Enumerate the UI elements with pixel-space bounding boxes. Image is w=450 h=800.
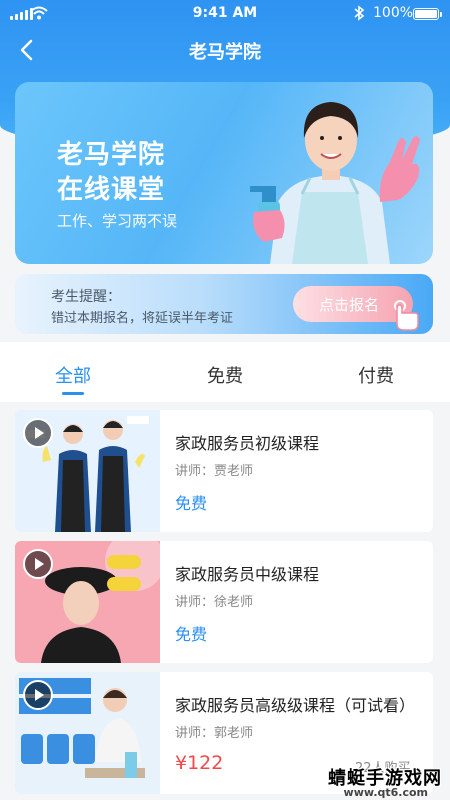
- watermark-line2: www.qt6.com: [343, 786, 428, 799]
- course-teacher: 讲师：郭老师: [175, 726, 254, 741]
- tab-paid[interactable]: 付费: [331, 362, 421, 388]
- course-teacher: 讲师：徐老师: [175, 595, 254, 610]
- pointer-hand-icon: [394, 300, 419, 331]
- play-icon[interactable]: [23, 418, 53, 448]
- tab-all[interactable]: 全部: [28, 362, 118, 388]
- course-thumbnail: [15, 541, 160, 663]
- status-bar: 9:41 AM 100%: [0, 0, 450, 28]
- course-item[interactable]: 家政服务员中级课程 讲师：徐老师 免费: [15, 541, 433, 663]
- course-title: 家政服务员中级课程: [175, 565, 320, 584]
- course-title: 家政服务员高级级课程（可试看）: [175, 696, 416, 715]
- promo-banner[interactable]: 老马学院 在线课堂 工作、学习两不误: [15, 82, 433, 264]
- banner-title-line1: 老马学院: [57, 140, 166, 170]
- course-price: 免费: [175, 494, 208, 513]
- exam-reminder-bar: 考生提醒： 错过本期报名，将延误半年考证 点击报名: [15, 274, 433, 334]
- course-price: 免费: [175, 625, 208, 644]
- course-thumbnail: [15, 672, 160, 794]
- course-teacher: 讲师：贾老师: [175, 464, 254, 479]
- page-title: 老马学院: [189, 42, 261, 63]
- play-icon[interactable]: [23, 549, 53, 579]
- banner-title-line2: 在线课堂: [57, 175, 166, 205]
- reminder-label: 考生提醒：: [51, 289, 121, 305]
- course-price: ¥122: [175, 752, 224, 774]
- banner-subtitle: 工作、学习两不误: [57, 212, 178, 230]
- play-icon[interactable]: [23, 680, 53, 710]
- nav-bar: 老马学院: [0, 28, 450, 72]
- signup-button-label: 点击报名: [319, 295, 380, 314]
- cleaner-woman-illustration: [250, 102, 420, 264]
- course-title: 家政服务员初级课程: [175, 434, 320, 453]
- site-watermark: 蜻蜓手游戏网 www.qt6.com: [300, 760, 450, 800]
- bluetooth-icon: [354, 5, 365, 21]
- active-tab-indicator: [62, 392, 84, 395]
- battery-percent: 100%: [373, 5, 414, 21]
- tab-free[interactable]: 免费: [180, 362, 270, 388]
- reminder-text: 错过本期报名，将延误半年考证: [51, 311, 234, 326]
- battery-icon: [413, 8, 439, 20]
- course-thumbnail: [15, 410, 160, 532]
- category-tabs: 全部 免费 付费: [0, 352, 450, 398]
- course-item[interactable]: 家政服务员初级课程 讲师：贾老师 免费: [15, 410, 433, 532]
